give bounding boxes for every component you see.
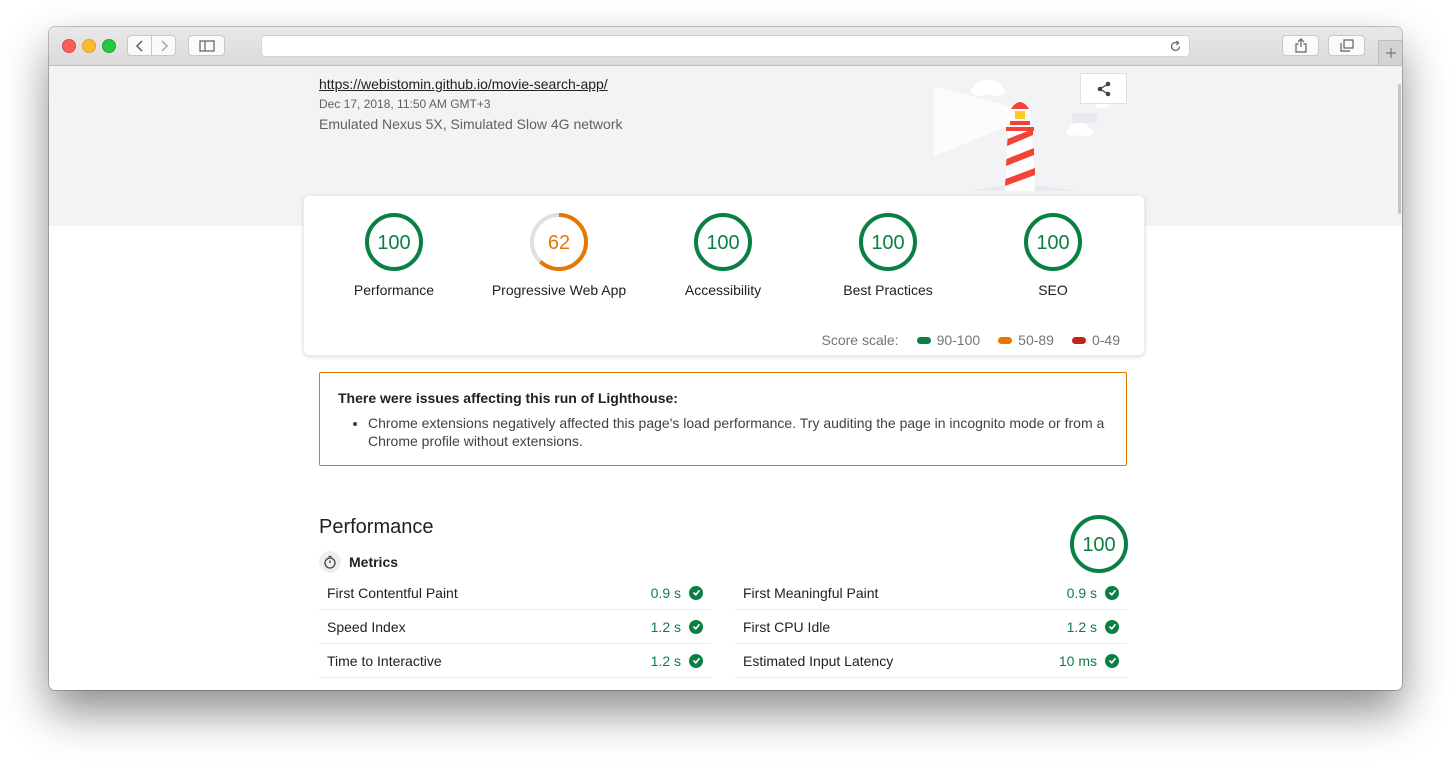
back-icon (135, 39, 143, 52)
gauge-score: 100 (1036, 232, 1069, 254)
minimize-window-button[interactable] (82, 39, 96, 53)
forward-button[interactable] (151, 35, 176, 56)
check-icon (689, 653, 703, 668)
check-icon (1105, 585, 1119, 600)
legend-average-range: 50-89 (1018, 332, 1054, 348)
check-icon (1105, 653, 1119, 668)
metric-value: 0.9 s (650, 584, 681, 601)
metric-name: First Meaningful Paint (743, 584, 879, 601)
metrics-label: Metrics (349, 554, 399, 570)
gauge-label: SEO (1038, 282, 1068, 298)
metric-name: Time to Interactive (327, 652, 442, 669)
plus-icon (1385, 48, 1396, 58)
scrollbar[interactable] (1398, 84, 1401, 214)
gauge-ring: 100 (694, 213, 752, 271)
warning-title: There were issues affecting this run of … (338, 390, 678, 406)
performance-section-title: Performance (319, 516, 434, 538)
gauge-score: 100 (871, 232, 904, 254)
score-scale-legend: Score scale: 90-100 50-89 0-49 (822, 332, 1120, 348)
gauge-ring: 62 (530, 213, 588, 271)
metric-row: Time to Interactive 1.2 s (319, 644, 711, 678)
zoom-window-button[interactable] (102, 39, 116, 53)
gauge-best-practices[interactable]: 100 Best Practices (813, 212, 963, 298)
metric-row: First Contentful Paint 0.9 s (319, 576, 711, 610)
metrics-right-column: First Meaningful Paint 0.9 s First CPU I… (735, 576, 1127, 678)
warning-list: Chrome extensions negatively affected th… (338, 414, 1108, 450)
legend-average-pill (998, 336, 1013, 344)
gauge-pwa[interactable]: 62 Progressive Web App (484, 212, 634, 298)
legend-average: 50-89 (998, 332, 1054, 348)
gauge-label: Accessibility (684, 282, 762, 298)
browser-toolbar (49, 27, 1402, 66)
legend-pass: 90-100 (916, 332, 981, 348)
sidebar-icon (198, 39, 215, 52)
metric-value: 10 ms (1058, 652, 1097, 669)
metric-value: 1.2 s (650, 652, 681, 669)
metrics-header: Metrics (319, 551, 398, 573)
legend-pass-pill (916, 336, 931, 344)
address-bar[interactable] (261, 35, 1190, 57)
forward-icon (160, 39, 168, 52)
metric-row: First CPU Idle 1.2 s (735, 610, 1127, 644)
tabs-icon (1339, 39, 1354, 52)
stopwatch-icon (319, 551, 341, 573)
show-tabs-button[interactable] (1328, 35, 1365, 56)
metric-name: First CPU Idle (743, 618, 831, 635)
report-environment: Emulated Nexus 5X, Simulated Slow 4G net… (319, 116, 623, 132)
score-scale-label: Score scale: (821, 332, 899, 348)
metric-value: 1.2 s (650, 618, 681, 635)
page-content: https://webistomin.github.io/movie-searc… (49, 66, 1402, 690)
run-warnings-box: There were issues affecting this run of … (319, 372, 1127, 466)
new-tab-button[interactable] (1378, 40, 1402, 65)
gauge-ring: 100 (365, 213, 423, 271)
gauge-label: Progressive Web App (491, 282, 627, 298)
back-button[interactable] (127, 35, 152, 56)
metric-row: First Meaningful Paint 0.9 s (735, 576, 1127, 610)
score-summary-card: 100 Performance 62 Progressive Web App 1… (303, 195, 1145, 356)
metric-row: Speed Index 1.2 s (319, 610, 711, 644)
warning-item: Chrome extensions negatively affected th… (368, 414, 1108, 450)
sidebar-button[interactable] (188, 35, 225, 56)
gauge-label: Best Practices (843, 282, 933, 298)
gauge-ring: 100 (1024, 213, 1082, 271)
performance-score: 100 (1082, 534, 1115, 556)
gauge-accessibility[interactable]: 100 Accessibility (648, 212, 798, 298)
metric-name: Speed Index (327, 618, 406, 635)
gauge-label: Performance (353, 282, 435, 298)
gauge-performance[interactable]: 100 Performance (319, 212, 469, 298)
gauge-seo[interactable]: 100 SEO (978, 212, 1128, 298)
share-button[interactable] (1282, 35, 1319, 56)
reload-icon[interactable] (1169, 40, 1182, 53)
gauge-score: 100 (377, 232, 410, 254)
gauge-score: 62 (548, 232, 570, 254)
check-icon (1105, 619, 1119, 634)
legend-fail-range: 0-49 (1091, 332, 1120, 348)
share-icon (1294, 38, 1307, 53)
legend-fail-pill (1071, 336, 1086, 344)
legend-pass-range: 90-100 (936, 332, 981, 348)
metrics-left-column: First Contentful Paint 0.9 s Speed Index… (319, 576, 711, 678)
report-url-link[interactable]: https://webistomin.github.io/movie-searc… (319, 76, 608, 92)
gauge-score: 100 (706, 232, 739, 254)
gauge-ring: 100 (859, 213, 917, 271)
metric-name: First Contentful Paint (327, 584, 458, 601)
browser-window: https://webistomin.github.io/movie-searc… (49, 27, 1402, 690)
metric-value: 1.2 s (1066, 618, 1097, 635)
check-icon (689, 619, 703, 634)
performance-section-gauge: 100 (1070, 515, 1128, 573)
metric-row: Estimated Input Latency 10 ms (735, 644, 1127, 678)
close-window-button[interactable] (62, 39, 76, 53)
metric-value: 0.9 s (1066, 584, 1097, 601)
report-date: Dec 17, 2018, 11:50 AM GMT+3 (319, 97, 491, 111)
share-report-icon (1097, 81, 1110, 96)
check-icon (689, 585, 703, 600)
share-report-button[interactable] (1080, 73, 1127, 104)
metric-name: Estimated Input Latency (743, 652, 894, 669)
legend-fail: 0-49 (1071, 332, 1120, 348)
